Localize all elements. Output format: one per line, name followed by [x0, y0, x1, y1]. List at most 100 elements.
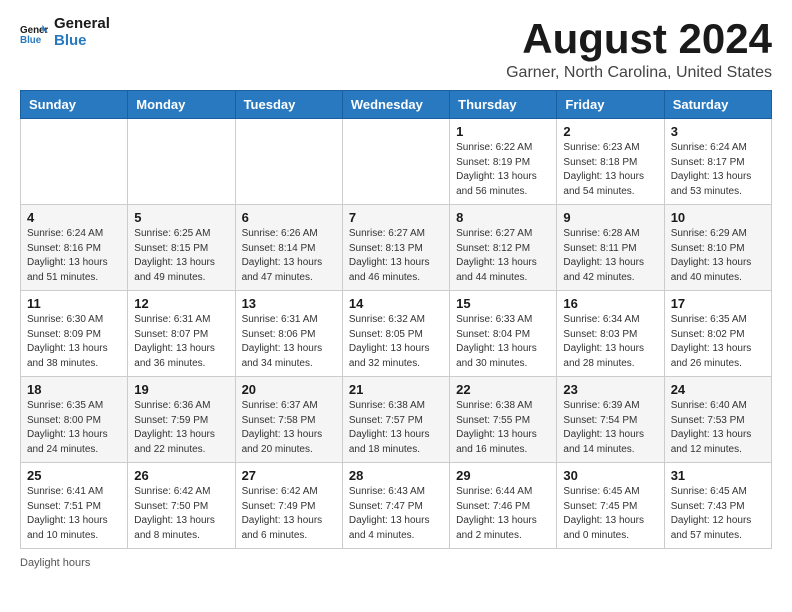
day-info: Sunrise: 6:39 AM Sunset: 7:54 PM Dayligh…	[563, 399, 657, 457]
day-number: 10	[671, 210, 765, 225]
calendar-cell: 29 Sunrise: 6:44 AM Sunset: 7:46 PM Dayli…	[450, 463, 557, 549]
column-header-friday: Friday	[557, 91, 664, 119]
calendar-cell	[21, 119, 128, 205]
calendar-week-2: 4 Sunrise: 6:24 AM Sunset: 8:16 PM Daylig…	[21, 205, 772, 291]
day-number: 20	[242, 382, 336, 397]
logo-blue: Blue	[54, 33, 110, 50]
day-info: Sunrise: 6:28 AM Sunset: 8:11 PM Dayligh…	[563, 227, 657, 285]
column-header-tuesday: Tuesday	[235, 91, 342, 119]
day-number: 22	[456, 382, 550, 397]
day-number: 16	[563, 296, 657, 311]
calendar-cell: 18 Sunrise: 6:35 AM Sunset: 8:00 PM Dayli…	[21, 377, 128, 463]
day-info: Sunrise: 6:27 AM Sunset: 8:12 PM Dayligh…	[456, 227, 550, 285]
logo-general: General	[54, 16, 110, 33]
day-info: Sunrise: 6:38 AM Sunset: 7:57 PM Dayligh…	[349, 399, 443, 457]
calendar-cell: 15 Sunrise: 6:33 AM Sunset: 8:04 PM Dayli…	[450, 291, 557, 377]
day-number: 26	[134, 468, 228, 483]
calendar-cell: 13 Sunrise: 6:31 AM Sunset: 8:06 PM Dayli…	[235, 291, 342, 377]
day-info: Sunrise: 6:22 AM Sunset: 8:19 PM Dayligh…	[456, 141, 550, 199]
calendar-cell: 24 Sunrise: 6:40 AM Sunset: 7:53 PM Dayli…	[664, 377, 771, 463]
calendar-cell: 7 Sunrise: 6:27 AM Sunset: 8:13 PM Daylig…	[342, 205, 449, 291]
calendar-cell: 26 Sunrise: 6:42 AM Sunset: 7:50 PM Dayli…	[128, 463, 235, 549]
day-info: Sunrise: 6:43 AM Sunset: 7:47 PM Dayligh…	[349, 485, 443, 543]
day-info: Sunrise: 6:45 AM Sunset: 7:45 PM Dayligh…	[563, 485, 657, 543]
calendar-cell	[342, 119, 449, 205]
day-number: 9	[563, 210, 657, 225]
calendar-cell: 9 Sunrise: 6:28 AM Sunset: 8:11 PM Daylig…	[557, 205, 664, 291]
calendar-cell: 28 Sunrise: 6:43 AM Sunset: 7:47 PM Dayli…	[342, 463, 449, 549]
day-info: Sunrise: 6:41 AM Sunset: 7:51 PM Dayligh…	[27, 485, 121, 543]
day-number: 28	[349, 468, 443, 483]
day-info: Sunrise: 6:42 AM Sunset: 7:49 PM Dayligh…	[242, 485, 336, 543]
calendar-week-3: 11 Sunrise: 6:30 AM Sunset: 8:09 PM Dayli…	[21, 291, 772, 377]
day-info: Sunrise: 6:38 AM Sunset: 7:55 PM Dayligh…	[456, 399, 550, 457]
calendar-cell: 14Sunrise: 6:32 AM Sunset: 8:05 PM Dayli…	[342, 291, 449, 377]
header: General Blue General Blue August 2024 Ga…	[20, 16, 772, 82]
day-info: Sunrise: 6:32 AM Sunset: 8:05 PM Dayligh…	[349, 313, 443, 371]
day-number: 5	[134, 210, 228, 225]
day-info: Sunrise: 6:26 AM Sunset: 8:14 PM Dayligh…	[242, 227, 336, 285]
calendar-cell: 3 Sunrise: 6:24 AM Sunset: 8:17 PM Daylig…	[664, 119, 771, 205]
calendar-cell: 8 Sunrise: 6:27 AM Sunset: 8:12 PM Daylig…	[450, 205, 557, 291]
calendar-cell: 21 Sunrise: 6:38 AM Sunset: 7:57 PM Dayli…	[342, 377, 449, 463]
logo: General Blue General Blue	[20, 16, 110, 49]
day-number: 15	[456, 296, 550, 311]
day-info: Sunrise: 6:42 AM Sunset: 7:50 PM Dayligh…	[134, 485, 228, 543]
calendar-cell	[128, 119, 235, 205]
calendar-subtitle: Garner, North Carolina, United States	[506, 64, 772, 82]
day-number: 1	[456, 124, 550, 139]
calendar-cell: 30Sunrise: 6:45 AM Sunset: 7:45 PM Dayli…	[557, 463, 664, 549]
calendar-cell: 23Sunrise: 6:39 AM Sunset: 7:54 PM Dayli…	[557, 377, 664, 463]
calendar-cell: 19 Sunrise: 6:36 AM Sunset: 7:59 PM Dayli…	[128, 377, 235, 463]
day-info: Sunrise: 6:35 AM Sunset: 8:00 PM Dayligh…	[27, 399, 121, 457]
day-number: 21	[349, 382, 443, 397]
day-number: 11	[27, 296, 121, 311]
day-number: 3	[671, 124, 765, 139]
day-number: 13	[242, 296, 336, 311]
day-info: Sunrise: 6:31 AM Sunset: 8:06 PM Dayligh…	[242, 313, 336, 371]
footer-note: Daylight hours	[20, 557, 772, 569]
day-info: Sunrise: 6:25 AM Sunset: 8:15 PM Dayligh…	[134, 227, 228, 285]
day-number: 7	[349, 210, 443, 225]
calendar-week-5: 25Sunrise: 6:41 AM Sunset: 7:51 PM Dayli…	[21, 463, 772, 549]
day-number: 8	[456, 210, 550, 225]
calendar-cell: 10 Sunrise: 6:29 AM Sunset: 8:10 PM Dayli…	[664, 205, 771, 291]
calendar-cell: 27Sunrise: 6:42 AM Sunset: 7:49 PM Dayli…	[235, 463, 342, 549]
day-info: Sunrise: 6:36 AM Sunset: 7:59 PM Dayligh…	[134, 399, 228, 457]
calendar-cell: 4 Sunrise: 6:24 AM Sunset: 8:16 PM Daylig…	[21, 205, 128, 291]
day-info: Sunrise: 6:40 AM Sunset: 7:53 PM Dayligh…	[671, 399, 765, 457]
day-number: 29	[456, 468, 550, 483]
day-number: 18	[27, 382, 121, 397]
column-header-sunday: Sunday	[21, 91, 128, 119]
calendar-header-row: SundayMondayTuesdayWednesdayThursdayFrid…	[21, 91, 772, 119]
calendar-cell: 16Sunrise: 6:34 AM Sunset: 8:03 PM Dayli…	[557, 291, 664, 377]
day-info: Sunrise: 6:24 AM Sunset: 8:17 PM Dayligh…	[671, 141, 765, 199]
calendar-cell: 11 Sunrise: 6:30 AM Sunset: 8:09 PM Dayli…	[21, 291, 128, 377]
calendar-week-1: 1 Sunrise: 6:22 AM Sunset: 8:19 PM Daylig…	[21, 119, 772, 205]
calendar-cell: 31Sunrise: 6:45 AM Sunset: 7:43 PM Dayli…	[664, 463, 771, 549]
day-number: 2	[563, 124, 657, 139]
day-info: Sunrise: 6:24 AM Sunset: 8:16 PM Dayligh…	[27, 227, 121, 285]
day-info: Sunrise: 6:31 AM Sunset: 8:07 PM Dayligh…	[134, 313, 228, 371]
calendar-cell: 1 Sunrise: 6:22 AM Sunset: 8:19 PM Daylig…	[450, 119, 557, 205]
calendar-cell: 5 Sunrise: 6:25 AM Sunset: 8:15 PM Daylig…	[128, 205, 235, 291]
calendar-cell: 20Sunrise: 6:37 AM Sunset: 7:58 PM Dayli…	[235, 377, 342, 463]
day-info: Sunrise: 6:27 AM Sunset: 8:13 PM Dayligh…	[349, 227, 443, 285]
day-number: 31	[671, 468, 765, 483]
column-header-thursday: Thursday	[450, 91, 557, 119]
day-info: Sunrise: 6:33 AM Sunset: 8:04 PM Dayligh…	[456, 313, 550, 371]
calendar-cell: 6Sunrise: 6:26 AM Sunset: 8:14 PM Daylig…	[235, 205, 342, 291]
day-info: Sunrise: 6:29 AM Sunset: 8:10 PM Dayligh…	[671, 227, 765, 285]
day-number: 4	[27, 210, 121, 225]
calendar-cell: 12 Sunrise: 6:31 AM Sunset: 8:07 PM Dayli…	[128, 291, 235, 377]
day-number: 19	[134, 382, 228, 397]
column-header-saturday: Saturday	[664, 91, 771, 119]
calendar-cell	[235, 119, 342, 205]
day-info: Sunrise: 6:30 AM Sunset: 8:09 PM Dayligh…	[27, 313, 121, 371]
day-info: Sunrise: 6:23 AM Sunset: 8:18 PM Dayligh…	[563, 141, 657, 199]
day-info: Sunrise: 6:44 AM Sunset: 7:46 PM Dayligh…	[456, 485, 550, 543]
calendar-title: August 2024	[506, 16, 772, 62]
day-number: 24	[671, 382, 765, 397]
day-number: 12	[134, 296, 228, 311]
svg-text:Blue: Blue	[20, 34, 42, 45]
